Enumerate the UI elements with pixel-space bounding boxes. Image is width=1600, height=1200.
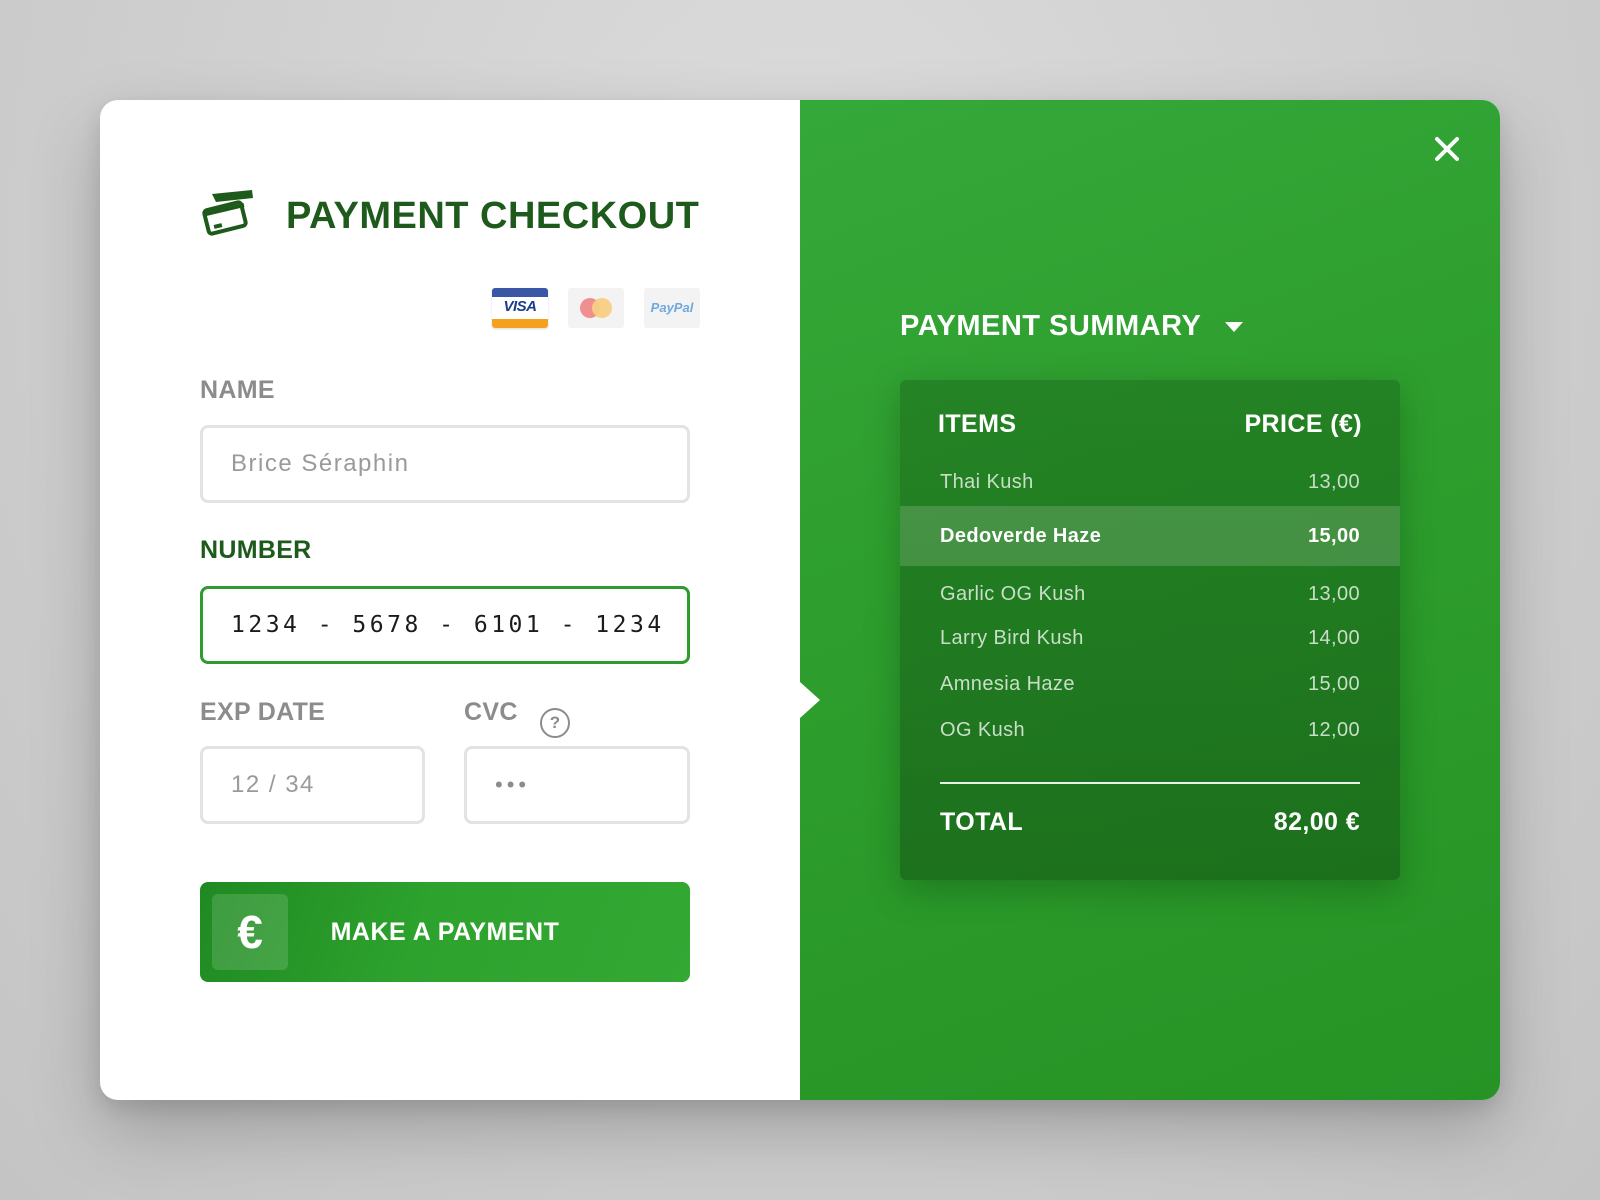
exp-date-field[interactable]: 12 / 34 xyxy=(200,746,425,824)
table-row-selected[interactable]: Dedoverde Haze 15,00 xyxy=(900,506,1400,566)
payment-methods: VISA PayPal xyxy=(492,288,700,328)
paypal-logo-text: PayPal xyxy=(650,300,694,315)
item-price: 15,00 xyxy=(1307,524,1360,547)
card-number-field[interactable]: 1234 - 5678 - 6101 - 1234 xyxy=(200,586,690,664)
item-price: 14,00 xyxy=(1307,626,1360,649)
make-payment-label: MAKE A PAYMENT xyxy=(330,917,560,946)
item-name: Amnesia Haze xyxy=(940,672,1075,695)
page-title: PAYMENT CHECKOUT xyxy=(286,194,700,237)
checkout-dialog: PAYMENT CHECKOUT VISA PayPal NAME Brice … xyxy=(100,100,1500,1100)
item-price: 13,00 xyxy=(1307,470,1360,493)
table-row[interactable]: Larry Bird Kush 14,00 xyxy=(940,618,1360,658)
summary-table: ITEMS PRICE (€) Thai Kush 13,00 Dedoverd… xyxy=(900,380,1400,880)
total-divider xyxy=(940,782,1360,784)
payment-summary-panel: PAYMENT SUMMARY ITEMS PRICE (€) Thai Kus… xyxy=(800,100,1500,1100)
euro-icon: € xyxy=(212,894,288,970)
caret-down-icon xyxy=(1225,321,1244,332)
cvc-field[interactable]: ••• xyxy=(464,746,690,824)
summary-toggle[interactable]: PAYMENT SUMMARY xyxy=(900,310,1244,343)
item-name: OG Kush xyxy=(940,718,1026,741)
table-row[interactable]: Garlic OG Kush 13,00 xyxy=(940,574,1360,614)
credit-cards-icon xyxy=(202,190,253,236)
number-label: NUMBER xyxy=(200,536,312,564)
table-row[interactable]: Amnesia Haze 15,00 xyxy=(940,664,1360,704)
item-price: 12,00 xyxy=(1307,718,1360,741)
item-name: Dedoverde Haze xyxy=(940,524,1102,547)
panel-pointer xyxy=(800,682,820,718)
exp-date-label: EXP DATE xyxy=(200,698,326,726)
summary-title: PAYMENT SUMMARY xyxy=(900,310,1202,342)
table-header: ITEMS PRICE (€) xyxy=(938,410,1362,439)
total-row: TOTAL 82,00 € xyxy=(940,808,1360,837)
item-name: Thai Kush xyxy=(940,470,1034,493)
items-column-header: ITEMS xyxy=(938,410,1017,438)
name-label: NAME xyxy=(200,376,275,404)
checkout-header: PAYMENT CHECKOUT xyxy=(200,188,699,244)
checkout-form-panel: PAYMENT CHECKOUT VISA PayPal NAME Brice … xyxy=(100,100,800,1100)
total-label: TOTAL xyxy=(940,808,1024,836)
item-price: 13,00 xyxy=(1307,582,1360,605)
item-price: 15,00 xyxy=(1307,672,1360,695)
mastercard-option[interactable] xyxy=(568,288,624,328)
item-name: Larry Bird Kush xyxy=(940,626,1084,649)
visa-option[interactable]: VISA xyxy=(492,288,548,328)
help-icon[interactable]: ? xyxy=(540,708,570,738)
visa-logo-text: VISA xyxy=(503,298,537,315)
close-icon[interactable] xyxy=(1432,134,1462,164)
table-row[interactable]: Thai Kush 13,00 xyxy=(940,462,1360,502)
item-name: Garlic OG Kush xyxy=(940,582,1086,605)
total-value: 82,00 € xyxy=(1273,808,1360,836)
paypal-option[interactable]: PayPal xyxy=(644,288,700,328)
price-column-header: PRICE (€) xyxy=(1244,410,1362,438)
cvc-label: CVC xyxy=(464,698,518,726)
table-row[interactable]: OG Kush 12,00 xyxy=(940,710,1360,750)
make-payment-button[interactable]: € MAKE A PAYMENT xyxy=(200,882,690,982)
name-field[interactable]: Brice Séraphin xyxy=(200,425,690,503)
